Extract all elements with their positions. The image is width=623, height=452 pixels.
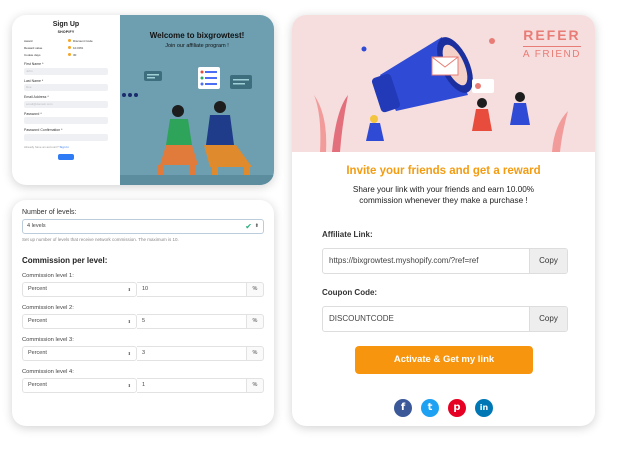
affiliate-link-label: Affiliate Link: (322, 230, 373, 239)
facebook-icon[interactable]: f (394, 399, 412, 417)
signin-link[interactable]: Sign In (60, 145, 69, 149)
signup-card: Sign Up SHOPIFY Award Discount Code Rewa… (12, 15, 274, 185)
people-with-phones-illustration (120, 67, 274, 185)
commission-levels-card: Number of levels: 4 levels ✔ ⬍ Set up nu… (12, 200, 274, 426)
detail-row: Award Discount Code (24, 37, 108, 44)
select-arrows-icon: ⬍ (127, 351, 131, 356)
number-of-levels-select[interactable]: 4 levels ✔ ⬍ (22, 219, 264, 234)
commission-type-value: Percent (28, 318, 47, 324)
commission-value-input[interactable]: 3 (137, 346, 247, 361)
signup-hero: Welcome to bixgrowtest! Join our affilia… (120, 15, 274, 185)
commission-level-row: Percent ⬍ 5 % (22, 314, 264, 329)
refer-badge-line1: REFER (523, 27, 581, 43)
affiliate-link-field: https://bixgrowtest.myshopify.com/?ref=r… (322, 248, 568, 274)
commission-value-input[interactable]: 5 (137, 314, 247, 329)
commission-level-row: Percent ⬍ 10 % (22, 282, 264, 297)
refer-title: Invite your friends and get a reward (346, 165, 541, 177)
signup-submit-button[interactable] (58, 153, 74, 160)
detail-value: Discount Code (73, 38, 93, 43)
affiliate-link-input[interactable]: https://bixgrowtest.myshopify.com/?ref=r… (323, 249, 529, 273)
detail-value: 10.00% (73, 45, 84, 50)
commission-type-value: Percent (28, 350, 47, 356)
commission-level-row: Percent ⬍ 1 % (22, 378, 264, 393)
social-share-bar: f t p in (292, 399, 595, 417)
commission-type-select[interactable]: Percent ⬍ (22, 378, 137, 393)
last-name-input[interactable]: Doe (24, 84, 108, 91)
signin-prompt-text: Already have an account? (24, 144, 59, 149)
commission-type-select[interactable]: Percent ⬍ (22, 314, 137, 329)
coupon-code-label: Coupon Code: (322, 288, 378, 297)
email-input[interactable]: email@domain.com (24, 100, 108, 108)
levels-help-text: Set up number of levels that receive net… (22, 237, 179, 242)
select-arrows-icon: ⬍ (127, 287, 131, 292)
commission-level-row: Percent ⬍ 3 % (22, 346, 264, 361)
number-of-levels-label: Number of levels: (22, 209, 77, 216)
last-name-label: Last Name * (24, 78, 44, 83)
checkmark-icon: ✔ (245, 222, 252, 231)
detail-row: Reward value 10.00% (24, 44, 108, 51)
detail-value: 30 (73, 52, 77, 57)
bullet-icon (68, 39, 71, 42)
pinterest-icon[interactable]: p (448, 399, 466, 417)
activate-link-button[interactable]: Activate & Get my link (355, 346, 533, 374)
email-label: Email Address * (24, 95, 49, 99)
commission-level-label: Commission level 4: (22, 369, 74, 375)
commission-level-label: Commission level 1: (22, 273, 74, 279)
store-label: SHOPIFY (57, 30, 75, 34)
commission-type-select[interactable]: Percent ⬍ (22, 282, 137, 297)
first-name-label: First Name * (24, 62, 44, 66)
refer-badge-line2: A FRIEND (522, 46, 581, 60)
reward-details: Award Discount Code Reward value 10.00% … (24, 37, 108, 58)
percent-unit: % (247, 378, 264, 393)
password-confirm-input[interactable] (24, 133, 108, 141)
commission-type-select[interactable]: Percent ⬍ (22, 346, 137, 361)
coupon-code-field: DISCOUNTCODE Copy (322, 306, 568, 332)
number-of-levels-value: 4 levels (27, 223, 46, 229)
select-arrows-icon: ⬍ (127, 319, 131, 324)
detail-key: Cookie days (24, 52, 41, 57)
bullet-icon (68, 46, 71, 49)
commission-level-label: Commission level 2: (22, 305, 74, 311)
detail-key: Award (24, 38, 33, 43)
commission-heading: Commission per level: (22, 256, 108, 265)
select-arrows-icon: ⬍ (254, 223, 259, 229)
signin-prompt: Already have an account? Sign In (24, 145, 108, 149)
detail-key: Reward value (24, 45, 43, 50)
password-label: Password * (24, 111, 42, 116)
signup-title: Sign Up (52, 21, 80, 28)
percent-unit: % (247, 314, 264, 329)
password-confirm-label: Password Confirmation * (24, 128, 63, 132)
commission-value-input[interactable]: 1 (137, 378, 247, 393)
select-arrows-icon: ⬍ (127, 383, 131, 388)
refer-badge: REFER A FRIEND (522, 27, 581, 60)
linkedin-icon[interactable]: in (475, 399, 493, 417)
commission-level-label: Commission level 3: (22, 337, 74, 343)
twitter-icon[interactable]: t (421, 399, 439, 417)
bullet-icon (68, 53, 71, 56)
password-input[interactable] (24, 117, 108, 124)
refer-hero: REFER A FRIEND (292, 15, 595, 152)
commission-value-input[interactable]: 10 (137, 282, 247, 297)
copy-link-button[interactable]: Copy (529, 249, 567, 273)
percent-unit: % (247, 346, 264, 361)
detail-row: Cookie days 30 (24, 51, 108, 58)
refer-description: Share your link with your friends and ea… (352, 185, 535, 205)
commission-type-value: Percent (28, 286, 47, 292)
refer-friend-card: REFER A FRIEND Invite your friends and g… (292, 15, 595, 426)
commission-type-value: Percent (28, 382, 47, 388)
coupon-code-input[interactable]: DISCOUNTCODE (323, 307, 529, 331)
first-name-input[interactable]: John (24, 67, 108, 75)
signup-form: Sign Up SHOPIFY Award Discount Code Rewa… (12, 15, 120, 185)
percent-unit: % (247, 282, 264, 297)
copy-coupon-button[interactable]: Copy (529, 307, 567, 331)
